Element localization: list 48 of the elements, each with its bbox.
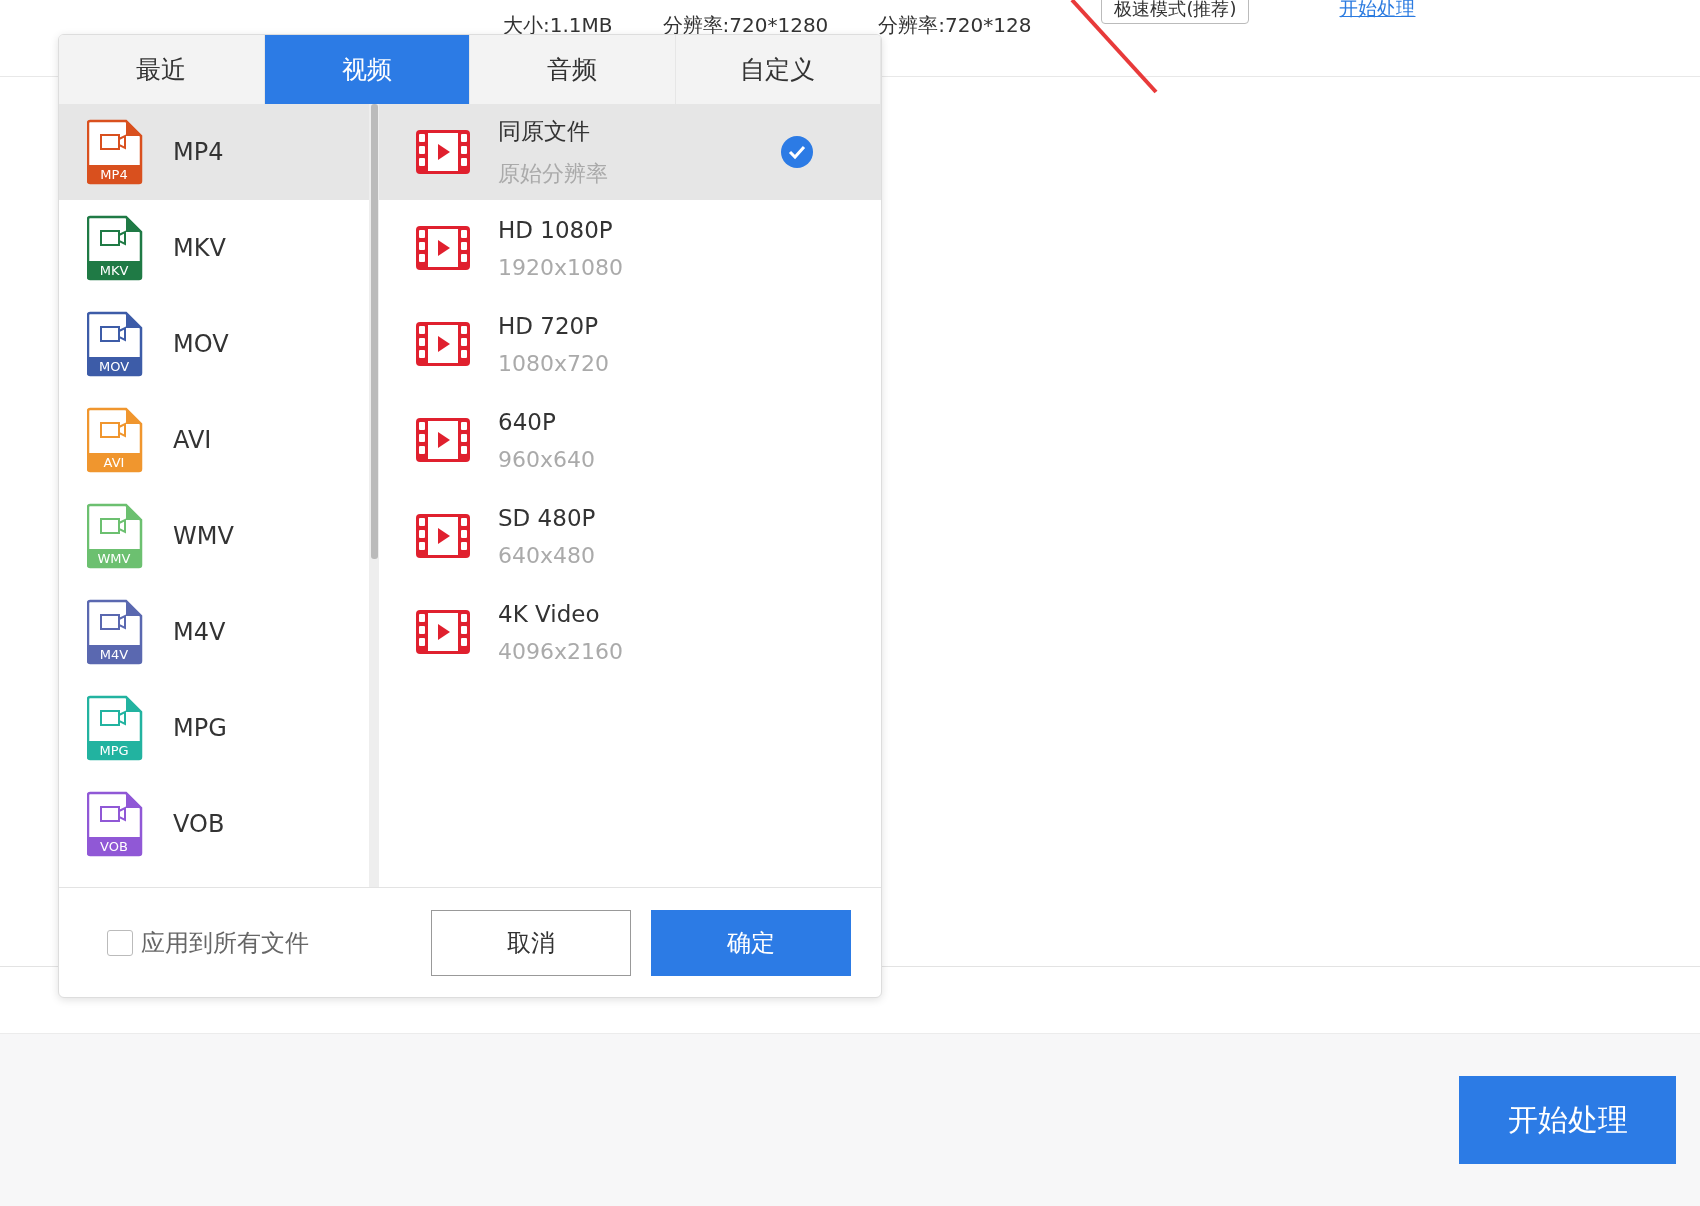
film-play-icon (415, 513, 471, 559)
format-item[interactable]: WMV WMV (59, 488, 369, 584)
category-tab[interactable]: 最近 (59, 35, 265, 104)
category-tab[interactable]: 视频 (264, 35, 470, 104)
icon-format-label: MP4 (100, 167, 128, 182)
resolution-text: 分辨率:720*128 (878, 12, 1032, 39)
video-file-icon (87, 791, 143, 857)
preset-item[interactable]: SD 480P 640x480 (379, 488, 881, 584)
format-item[interactable]: MPG MPG (59, 680, 369, 776)
format-item[interactable]: M4V M4V (59, 584, 369, 680)
film-play-icon (415, 321, 471, 367)
icon-format-label: M4V (99, 647, 129, 662)
start-link[interactable]: 开始处理 (1339, 0, 1416, 22)
check-icon (781, 136, 813, 168)
format-item[interactable]: MKV MKV (59, 200, 369, 296)
mode-dropdown[interactable]: 极速模式(推荐) (1101, 0, 1250, 24)
preset-item[interactable]: HD 1080P 1920x1080 (379, 200, 881, 296)
icon-format-label: MKV (99, 263, 129, 278)
icon-format-label: MOV (98, 359, 130, 374)
icon-format-label: AVI (103, 455, 125, 470)
format-item[interactable]: AVI AVI (59, 392, 369, 488)
preset-item[interactable]: HD 720P 1080x720 (379, 296, 881, 392)
start-button[interactable]: 开始处理 (1459, 1076, 1676, 1164)
cancel-button[interactable]: 取消 (431, 909, 631, 976)
icon-format-label: VOB (100, 839, 128, 854)
film-play-icon (415, 609, 471, 655)
video-file-icon (87, 503, 143, 569)
film-play-icon (415, 225, 471, 271)
video-file-icon (87, 311, 143, 377)
confirm-button[interactable]: 确定 (651, 909, 851, 976)
film-play-icon (415, 417, 471, 463)
film-play-icon (415, 129, 471, 175)
apply-all-checkbox[interactable] (107, 929, 133, 956)
preset-item[interactable]: 640P 960x640 (379, 392, 881, 488)
format-item[interactable]: MP4 MP4 (59, 104, 369, 200)
icon-format-label: WMV (97, 551, 131, 566)
preset-item[interactable]: 4K Video 4096x2160 (379, 584, 881, 680)
video-file-icon (87, 695, 143, 761)
icon-format-label: MPG (99, 743, 129, 758)
preset-item[interactable]: 同原文件 原始分辨率 (379, 104, 881, 200)
format-item[interactable]: VOB VOB (59, 776, 369, 872)
video-file-icon (87, 407, 143, 473)
video-file-icon (87, 599, 143, 665)
scrollbar-thumb[interactable] (370, 104, 378, 559)
format-item[interactable]: MOV MOV (59, 296, 369, 392)
video-file-icon (87, 119, 143, 185)
video-file-icon (87, 215, 143, 281)
apply-all-label: 应用到所有文件 (141, 927, 310, 959)
